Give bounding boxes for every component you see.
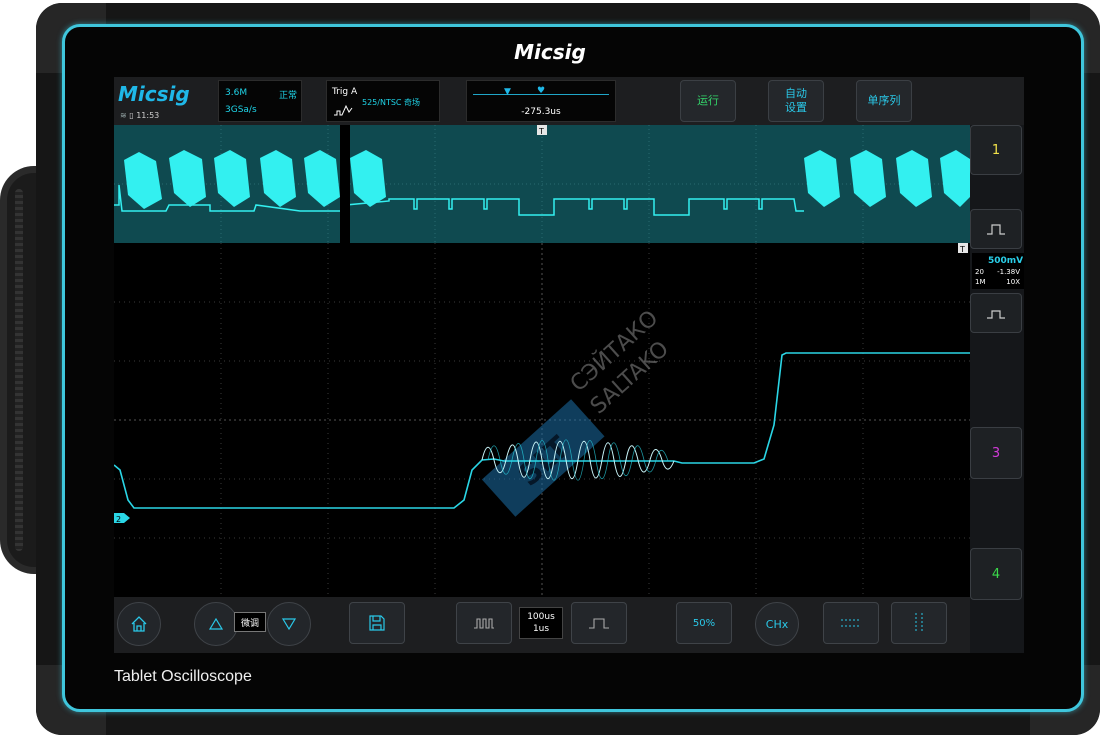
trigger-marker-icon: ▼ <box>504 87 511 97</box>
home-button[interactable] <box>117 602 161 646</box>
down-button[interactable] <box>267 602 311 646</box>
watermark: SLT СЭЙТАКО SALTAKO <box>481 305 674 517</box>
oscilloscope-screen: Micsig ≋ ▯ 11:53 3.6M 正常 3GSa/s Trig A 5… <box>114 77 1024 653</box>
ch2-offset: -1.38V <box>997 268 1020 276</box>
ch2-probe: 10X <box>1006 278 1020 286</box>
trigger-level-marker: T <box>958 243 968 254</box>
device-model-label: Tablet Oscilloscope <box>114 668 252 685</box>
trigger-standard: 525/NTSC 奇场 <box>362 98 421 107</box>
ch2-ground-marker: 2 <box>114 513 130 524</box>
device-brand: Micsig <box>514 40 586 64</box>
timebase-position-panel[interactable]: ▼ ♥ -275.3us <box>466 80 616 122</box>
channel-1-button[interactable]: 1 <box>970 125 1022 175</box>
timebase-compress-button[interactable] <box>456 602 512 644</box>
channel-3-button[interactable]: 3 <box>970 427 1022 479</box>
triangle-down-icon <box>282 618 296 630</box>
battery-icon: ▯ <box>129 111 134 120</box>
trigger-panel[interactable]: Trig A 525/NTSC 奇场 <box>326 80 440 122</box>
save-icon <box>369 615 385 631</box>
fine-adjust-button[interactable]: 微调 <box>234 612 266 632</box>
timebase-expand-button[interactable] <box>571 602 627 644</box>
horizontal-cursor-icon <box>841 619 861 627</box>
acquisition-mode: 正常 <box>279 91 298 101</box>
acquisition-panel[interactable]: 3.6M 正常 3GSa/s <box>218 80 302 122</box>
ch2-count: 20 <box>975 268 984 276</box>
wifi-icon: ≋ <box>120 111 127 120</box>
channel-select-button[interactable]: CHx <box>755 602 799 646</box>
run-stop-button[interactable]: 运行 <box>680 80 736 122</box>
video-trigger-icon <box>334 104 353 116</box>
svg-text:T: T <box>538 127 544 136</box>
bottom-bar: 微调 100us 1us 50% CHx <box>114 597 970 653</box>
trigger-position-marker: T <box>537 125 547 136</box>
memory-depth: 3.6M <box>225 88 248 98</box>
vertical-cursor-button[interactable] <box>891 602 947 644</box>
horizontal-position: -275.3us <box>521 107 561 117</box>
vertical-cursor-icon <box>915 613 923 633</box>
single-sequence-button[interactable]: 单序列 <box>856 80 912 122</box>
trigger-label: Trig A <box>332 87 358 97</box>
clock: 11:53 <box>136 111 160 120</box>
waveform-display[interactable]: SLT СЭЙТАКО SALTAKO T T 2 <box>114 125 970 597</box>
auto-setup-button[interactable]: 自动 设置 <box>768 80 824 122</box>
channel-2-info[interactable]: 500mV 20 -1.38V 1M 10X <box>972 253 1024 289</box>
top-bar: Micsig ≋ ▯ 11:53 3.6M 正常 3GSa/s Trig A 5… <box>114 77 1024 125</box>
svg-text:T: T <box>959 245 965 254</box>
timescale-readout: 100us 1us <box>519 607 563 639</box>
pulse-small-icon <box>987 310 1005 319</box>
zoom-window-marker <box>340 125 350 243</box>
auto-label-line1: 自动 <box>785 87 807 100</box>
save-button[interactable] <box>349 602 405 644</box>
trigger-50-percent-button[interactable]: 50% <box>676 602 732 644</box>
timescale-main: 100us <box>527 612 555 622</box>
home-icon <box>131 616 147 632</box>
auto-label-line2: 设置 <box>785 101 807 114</box>
timescale-zoom: 1us <box>532 624 550 634</box>
narrow-pulse-icon <box>474 618 494 629</box>
sample-rate: 3GSa/s <box>225 105 257 115</box>
triangle-up-icon <box>209 618 223 630</box>
ch2-impedance: 1M <box>975 278 986 286</box>
view-marker-icon: ♥ <box>537 86 546 96</box>
svg-text:2: 2 <box>116 515 121 524</box>
pulse-icon <box>987 224 1005 235</box>
wide-pulse-icon <box>589 618 609 629</box>
channel-rail: 1 3 4 <box>970 125 1024 653</box>
up-button[interactable] <box>194 602 238 646</box>
status-line: ≋ ▯ 11:53 <box>120 111 159 120</box>
horizontal-cursor-button[interactable] <box>823 602 879 644</box>
ch2-pulse-down-button[interactable] <box>970 293 1022 333</box>
ch2-vdiv: 500mV <box>988 256 1024 266</box>
ch2-pulse-up-button[interactable] <box>970 209 1022 249</box>
app-logo: Micsig <box>118 82 190 106</box>
channel-4-button[interactable]: 4 <box>970 548 1022 600</box>
